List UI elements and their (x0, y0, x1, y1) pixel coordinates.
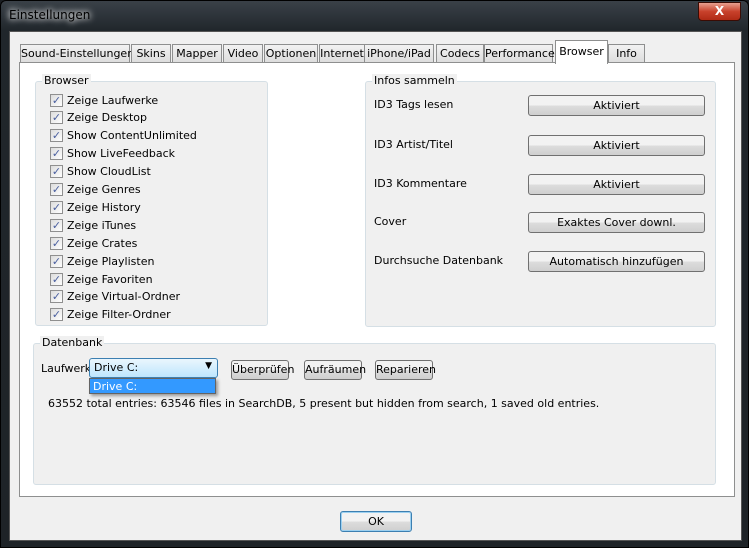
checkbox-item[interactable]: ✓ Show LiveFeedback (50, 146, 175, 162)
tab-mapper[interactable]: Mapper (172, 44, 222, 63)
drive-label: Laufwerk (41, 362, 92, 375)
info-label: ID3 Kommentare (374, 177, 467, 190)
checkmark-icon: ✓ (50, 165, 63, 179)
checkbox-item[interactable]: ✓ Zeige Laufwerke (50, 92, 158, 108)
checkmark-icon: ✓ (50, 129, 63, 143)
checkmark-icon: ✓ (50, 254, 63, 268)
checkbox-label: Zeige History (67, 200, 141, 214)
tab-panel-browser: Browser ✓ Zeige Laufwerke ✓ Zeige Desktop ✓ S… (19, 62, 735, 497)
checkbox-item[interactable]: ✓ Zeige Favoriten (50, 271, 153, 287)
checkbox-item[interactable]: ✓ Zeige Crates (50, 235, 137, 251)
browser-group-label: Browser (42, 74, 91, 87)
tab-sound-einstellungen[interactable]: Sound-Einstellungen (20, 44, 134, 63)
checkbox-label: Show ContentUnlimited (67, 129, 197, 143)
tab-iphone-ipad[interactable]: iPhone/iPad (364, 44, 434, 63)
checkmark-icon: ✓ (50, 218, 63, 232)
checkbox-item[interactable]: ✓ Zeige History (50, 199, 141, 215)
checkbox-label: Show CloudList (67, 165, 151, 179)
checkbox-label: Zeige Laufwerke (67, 93, 159, 107)
infos-group: Infos sammeln ID3 Tags lesen Aktiviert ID3… (365, 74, 716, 327)
checkmark-icon: ✓ (50, 290, 63, 304)
checkbox-label: Zeige Favoriten (67, 272, 153, 286)
tab-internet[interactable]: Internet (319, 44, 365, 63)
checkmark-icon: ✓ (50, 183, 63, 196)
repair-button[interactable]: Reparieren (375, 360, 436, 380)
drive-option[interactable]: Drive C: (89, 378, 216, 394)
checkbox-label: Zeige Desktop (67, 111, 147, 125)
database-status: 63552 total entries: 63546 files in Sear… (48, 397, 600, 410)
info-option-button[interactable]: Aktiviert (528, 95, 705, 116)
info-label: ID3 Tags lesen (374, 98, 454, 111)
checkbox-label: Zeige Genres (67, 183, 141, 196)
checkbox-item[interactable]: ✓ Zeige iTunes (50, 217, 136, 233)
info-label: ID3 Artist/Titel (374, 138, 453, 151)
check-button[interactable]: Überprüfen (231, 360, 294, 380)
checkbox-item[interactable]: ✓ Zeige Genres (50, 182, 141, 198)
checkbox-item[interactable]: ✓ Show CloudList (50, 164, 151, 180)
browser-group: Browser ✓ Zeige Laufwerke ✓ Zeige Desktop ✓ S… (35, 74, 268, 326)
checkbox-item[interactable]: ✓ Show ContentUnlimited (50, 128, 197, 144)
tab-info[interactable]: Info (608, 44, 645, 63)
info-option-button[interactable]: Aktiviert (528, 135, 705, 156)
drive-select[interactable]: Drive C: ▼ (89, 358, 218, 378)
checkbox-item[interactable]: ✓ Zeige Virtual-Ordner (50, 289, 180, 305)
database-group-label: Datenbank (40, 336, 105, 349)
checkbox-item[interactable]: ✓ Zeige Filter-Ordner (50, 307, 171, 323)
checkbox-label: Zeige Playlisten (67, 254, 155, 268)
checkbox-label: Zeige Crates (67, 236, 138, 250)
tab-performance[interactable]: Performance (484, 44, 555, 63)
database-group: Datenbank Laufwerk Drive C: ▼ Drive C: Ü… (33, 336, 716, 485)
checkmark-icon: ✓ (50, 308, 63, 322)
client-area: Sound-Einstellungen Skins Mapper Video Optio… (9, 31, 742, 541)
checkmark-icon: ✓ (50, 147, 63, 161)
info-option-button[interactable]: Aktiviert (528, 174, 705, 195)
tab-optionen[interactable]: Optionen (264, 44, 318, 63)
infos-group-label: Infos sammeln (372, 74, 457, 87)
tab-video[interactable]: Video (223, 44, 263, 63)
settings-window: Einstellungen X Sound-Einstellungen Skins… (0, 0, 749, 548)
checkmark-icon: ✓ (50, 93, 63, 107)
ok-button[interactable]: OK (340, 511, 412, 532)
tab-skins[interactable]: Skins (131, 44, 171, 63)
clean-button[interactable]: Aufräumen (304, 360, 366, 380)
checkmark-icon: ✓ (50, 272, 63, 286)
checkbox-item[interactable]: ✓ Zeige Desktop (50, 110, 147, 126)
tab-browser[interactable]: Browser (555, 40, 608, 64)
checkmark-icon: ✓ (50, 111, 63, 125)
checkbox-label: Zeige iTunes (67, 218, 137, 232)
info-option-button[interactable]: Automatisch hinzufügen (528, 251, 705, 272)
checkmark-icon: ✓ (50, 236, 63, 250)
chevron-down-icon: ▼ (205, 361, 212, 371)
close-button[interactable]: X (698, 2, 741, 21)
checkbox-item[interactable]: ✓ Zeige Playlisten (50, 253, 154, 269)
info-option-button[interactable]: Exaktes Cover downl. (528, 212, 705, 233)
info-label: Durchsuche Datenbank (374, 254, 504, 267)
checkbox-label: Zeige Virtual-Ordner (67, 290, 181, 304)
drive-select-value: Drive C: (94, 361, 139, 374)
info-label: Cover (374, 215, 407, 228)
checkbox-label: Show LiveFeedback (67, 147, 176, 161)
tab-codecs[interactable]: Codecs (436, 44, 484, 63)
window-title: Einstellungen (9, 8, 91, 22)
checkmark-icon: ✓ (50, 200, 63, 214)
checkbox-label: Zeige Filter-Ordner (67, 308, 171, 322)
